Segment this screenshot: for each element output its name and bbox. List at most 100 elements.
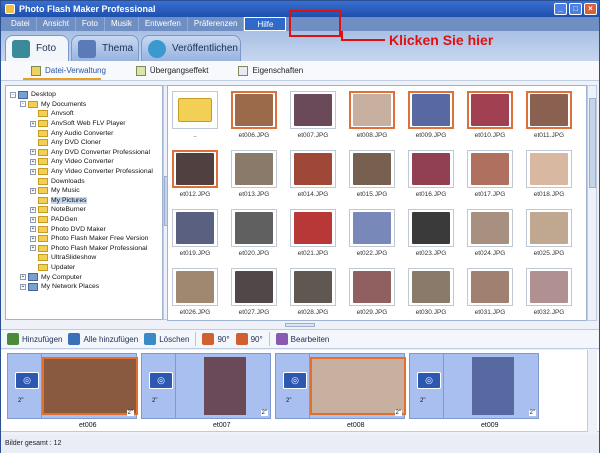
expand-toggle[interactable]: + — [20, 283, 26, 290]
transition-slot[interactable]: ◎ 2" — [7, 353, 45, 419]
tree-node[interactable]: + PADGen — [30, 215, 77, 225]
menu-praeferenzen[interactable]: Präferenzen — [188, 17, 245, 31]
tab-thema[interactable]: Thema — [71, 35, 139, 61]
expand-toggle[interactable]: + — [20, 274, 26, 281]
edit-button[interactable]: Bearbeiten — [275, 333, 329, 345]
tree-node[interactable]: Any Audio Converter — [30, 128, 113, 138]
file-thumbnail[interactable]: et026.JPG — [170, 265, 220, 320]
storyboard-frame[interactable]: 2" — [41, 353, 138, 419]
expand-toggle[interactable]: + — [30, 206, 36, 213]
tree-node[interactable]: My Pictures — [30, 196, 87, 206]
subtab-uebergangseffekt[interactable]: Übergangseffekt — [135, 65, 208, 76]
file-thumbnail[interactable]: et025.JPG — [524, 206, 574, 263]
file-thumbnail[interactable]: et032.JPG — [524, 265, 574, 320]
splitter-grip[interactable] — [285, 323, 315, 327]
tree-node[interactable]: Any DVD Cloner — [30, 138, 101, 148]
file-thumbnail[interactable]: et024.JPG — [465, 206, 515, 263]
expand-toggle[interactable]: + — [30, 168, 36, 175]
file-thumbnail[interactable]: et028.JPG — [288, 265, 338, 320]
tree-node[interactable]: + My Computer — [20, 272, 82, 282]
maximize-button[interactable]: □ — [569, 3, 582, 15]
tree-node[interactable]: Downloads — [30, 176, 85, 186]
file-thumbnail[interactable]: et009.JPG — [406, 88, 456, 145]
subtab-eigenschaften[interactable]: Eigenschaften — [238, 65, 303, 76]
storyboard-frame[interactable]: 2" — [309, 353, 406, 419]
transition-slot[interactable]: ◎ 2" — [275, 353, 313, 419]
tab-veroeffentlichen[interactable]: Veröffentlichen — [141, 35, 241, 61]
tree-node[interactable]: + Photo Flash Maker Professional — [30, 244, 147, 254]
menu-datei[interactable]: Datei — [5, 17, 37, 31]
delete-button[interactable]: Löschen — [144, 333, 189, 345]
menu-foto[interactable]: Foto — [76, 17, 105, 31]
file-thumbnail[interactable]: et016.JPG — [406, 147, 456, 204]
file-thumbnail[interactable]: et011.JPG — [524, 88, 574, 145]
expand-toggle[interactable]: + — [30, 158, 36, 165]
storyboard-scrollbar[interactable] — [587, 350, 597, 432]
file-thumbnail[interactable]: et010.JPG — [465, 88, 515, 145]
file-thumbnail[interactable]: et020.JPG — [229, 206, 279, 263]
file-thumbnail[interactable]: et023.JPG — [406, 206, 456, 263]
tree-node[interactable]: + Photo Flash Maker Free Version — [30, 234, 148, 244]
file-thumbnail[interactable]: et007.JPG — [288, 88, 338, 145]
tree-node[interactable]: - My Documents — [20, 100, 86, 110]
file-thumbnail[interactable]: et029.JPG — [347, 265, 397, 320]
file-thumbnail[interactable]: et008.JPG — [347, 88, 397, 145]
file-thumbnail[interactable]: et019.JPG — [170, 206, 220, 263]
menu-hilfe[interactable]: Hilfe — [244, 17, 287, 31]
expand-toggle[interactable]: + — [30, 120, 36, 127]
expand-toggle[interactable]: + — [30, 245, 36, 252]
transition-slot[interactable]: ◎ 2" — [141, 353, 179, 419]
file-thumbnail[interactable]: et006.JPG — [229, 88, 279, 145]
file-thumbnail[interactable]: et012.JPG — [170, 147, 220, 204]
tree-node[interactable]: + NoteBurner — [30, 205, 86, 215]
tree-node[interactable]: + AnvSoft Web FLV Player — [30, 119, 126, 129]
file-thumbnail[interactable]: et015.JPG — [347, 147, 397, 204]
transition-slot[interactable]: ◎ 2" — [409, 353, 447, 419]
expand-toggle[interactable]: + — [30, 226, 36, 233]
expand-toggle[interactable]: + — [30, 187, 36, 194]
grid-scrollbar[interactable] — [587, 85, 597, 321]
expand-toggle[interactable]: + — [30, 235, 36, 242]
toolbar-separator — [268, 332, 270, 346]
rotate-left-button[interactable]: 90° — [202, 333, 230, 345]
tree-node[interactable]: - Desktop — [10, 90, 56, 100]
minimize-button[interactable]: _ — [554, 3, 567, 15]
file-thumbnail[interactable]: et021.JPG — [288, 206, 338, 263]
tab-foto[interactable]: Foto — [5, 35, 69, 61]
thumbnail-frame — [172, 209, 218, 247]
tree-node[interactable]: UltraSlideshow — [30, 253, 96, 263]
file-thumbnail[interactable]: et018.JPG — [524, 147, 574, 204]
storyboard-frame[interactable]: 2" — [443, 353, 539, 419]
file-thumbnail[interactable]: et014.JPG — [288, 147, 338, 204]
tree-node[interactable]: + Any Video Converter Professional — [30, 167, 153, 177]
scroll-thumb[interactable] — [589, 98, 596, 188]
tree-node[interactable]: + My Network Places — [20, 282, 99, 292]
file-thumbnail[interactable]: et022.JPG — [347, 206, 397, 263]
tree-node[interactable]: + Any DVD Converter Professional — [30, 148, 150, 158]
add-all-button[interactable]: Alle hinzufügen — [68, 333, 138, 345]
close-button[interactable]: × — [584, 3, 597, 15]
file-thumbnail[interactable]: et017.JPG — [465, 147, 515, 204]
add-button[interactable]: Hinzufügen — [7, 333, 62, 345]
file-thumbnail[interactable]: et013.JPG — [229, 147, 279, 204]
rotate-right-button[interactable]: 90° — [235, 333, 263, 345]
subtab-datei-verwaltung[interactable]: Datei-Verwaltung — [31, 65, 106, 76]
tree-node[interactable]: + My Music — [30, 186, 80, 196]
tree-node[interactable]: + Any Video Converter — [30, 157, 114, 167]
menu-ansicht[interactable]: Ansicht — [37, 17, 76, 31]
expand-toggle[interactable]: + — [30, 216, 36, 223]
tree-node[interactable]: + Photo DVD Maker — [30, 224, 106, 234]
tree-node[interactable]: Updater — [30, 263, 75, 273]
menu-entwerfen[interactable]: Entwerfen — [139, 17, 188, 31]
storyboard-frame[interactable]: 2" — [175, 353, 271, 419]
expand-toggle[interactable]: - — [10, 91, 16, 98]
expand-toggle[interactable]: + — [30, 149, 36, 156]
file-thumbnail[interactable]: et030.JPG — [406, 265, 456, 320]
file-thumbnail[interactable]: et027.JPG — [229, 265, 279, 320]
file-thumbnail[interactable]: et031.JPG — [465, 265, 515, 320]
expand-toggle[interactable]: - — [20, 101, 26, 108]
file-thumbnail[interactable]: .. — [170, 88, 220, 145]
tree-node[interactable]: Anvsoft — [30, 109, 74, 119]
menu-musik[interactable]: Musik — [105, 17, 139, 31]
pane-splitter[interactable] — [1, 321, 599, 329]
